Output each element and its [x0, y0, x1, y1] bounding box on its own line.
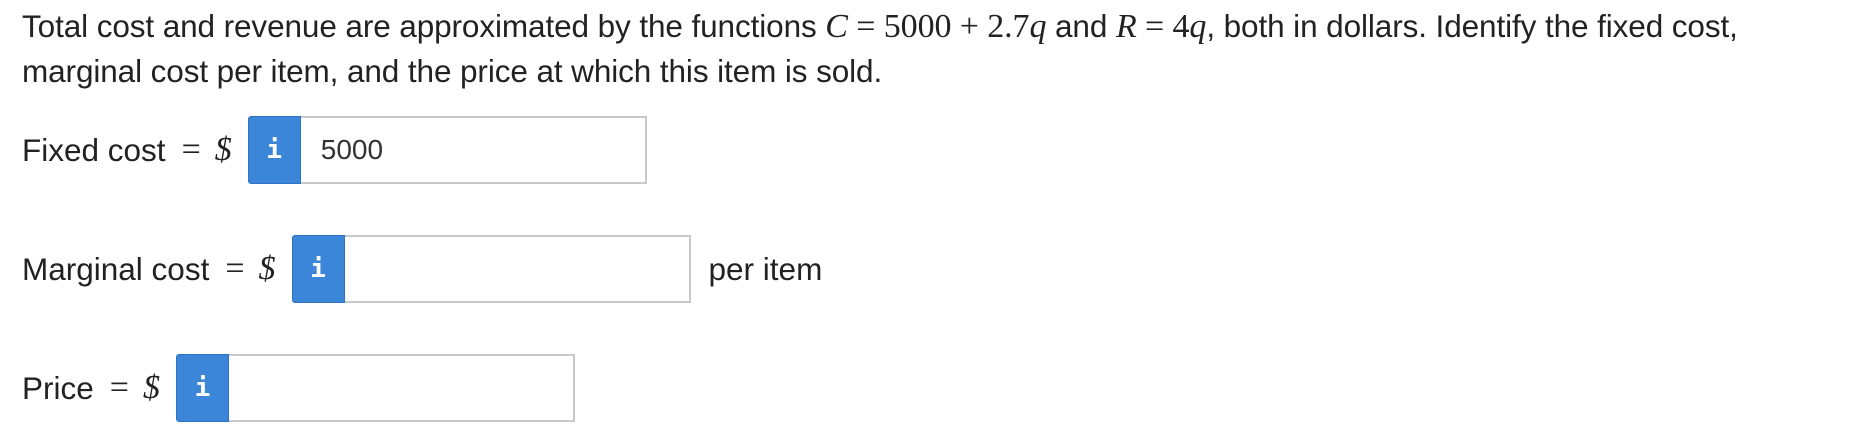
question-page: Total cost and revenue are approximated … [0, 0, 1874, 434]
fixed-cost-equals: = [181, 131, 201, 168]
marginal-cost-label: Marginal cost [22, 250, 210, 287]
revenue-function: R = 4q [1115, 8, 1207, 45]
fixed-cost-currency: $ [214, 131, 232, 168]
price-field: i [175, 354, 575, 422]
cost-function: C = 5000 + 2.7q [825, 8, 1047, 45]
marginal-cost-input[interactable] [344, 235, 691, 303]
fixed-cost-label: Fixed cost [22, 131, 166, 168]
fixed-cost-field: i [247, 116, 647, 184]
marginal-cost-currency: $ [258, 250, 276, 287]
price-currency: $ [142, 369, 160, 406]
marginal-cost-row: Marginal cost = $ i per item [22, 235, 822, 303]
fixed-cost-input[interactable] [300, 116, 647, 184]
marginal-cost-field: i [291, 235, 691, 303]
per-item-label: per item [708, 250, 823, 287]
info-icon[interactable]: i [247, 116, 301, 184]
question-intro: Total cost and revenue are approximated … [22, 8, 817, 44]
marginal-cost-equals: = [225, 250, 245, 287]
price-label: Price [22, 369, 94, 406]
price-equals: = [109, 369, 129, 406]
info-icon[interactable]: i [291, 235, 345, 303]
price-row: Price = $ i [22, 354, 575, 422]
question-text: Total cost and revenue are approximated … [22, 4, 1862, 94]
fixed-cost-row: Fixed cost = $ i [22, 116, 647, 184]
question-and: and [1055, 8, 1108, 44]
price-input[interactable] [228, 354, 575, 422]
info-icon[interactable]: i [175, 354, 229, 422]
